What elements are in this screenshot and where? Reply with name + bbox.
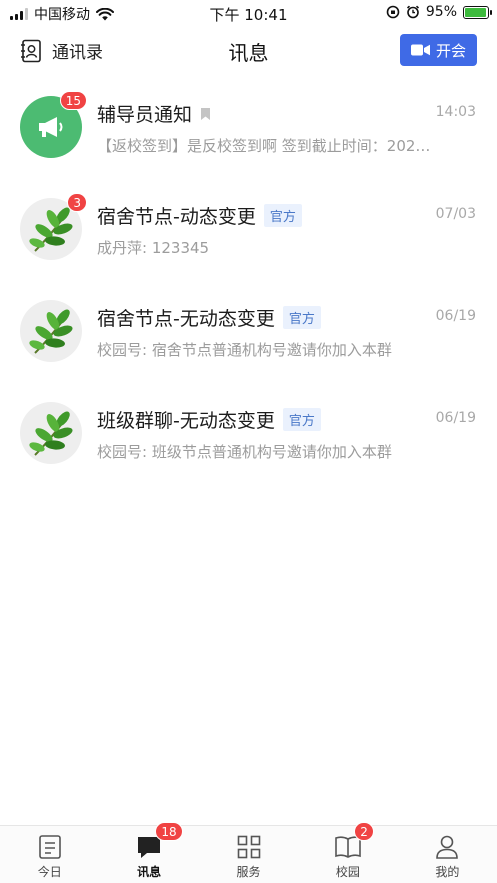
avatar-background <box>20 300 82 362</box>
meeting-label: 开会 <box>435 41 466 60</box>
message-preview: 校园号: 班级节点普通机构号邀请你加入本群 <box>97 443 392 461</box>
message-preview: 成丹萍: 123345 <box>97 239 210 257</box>
tab-label: 服务 <box>236 865 261 879</box>
tab-label: 今日 <box>37 865 62 879</box>
message-list: 15 辅导员通知 14:03 【返校签到】是反校签到啊 签到截止时间：202… <box>0 76 497 484</box>
avatar-background <box>20 402 82 464</box>
title-row: 宿舍节点-动态变更 官方 <box>97 202 302 229</box>
message-item-dorm-dynamic[interactable]: 3 宿舍节点-动态变更 官方 07/03 成丹萍: 123345 <box>0 178 497 280</box>
title-row: 辅导员通知 <box>97 100 211 127</box>
tab-profile[interactable]: 我的 <box>398 826 497 883</box>
today-icon <box>38 833 62 861</box>
tab-badge: 18 <box>155 822 183 841</box>
message-title: 班级群聊-无动态变更 <box>97 410 275 432</box>
battery-percent: 95% <box>425 4 457 20</box>
official-tag: 官方 <box>263 204 302 227</box>
tab-label: 我的 <box>435 865 460 879</box>
message-preview: 【返校签到】是反校签到啊 签到截止时间：202… <box>97 137 431 155</box>
tab-campus[interactable]: 校园 2 <box>298 822 397 883</box>
unread-badge: 15 <box>59 91 87 110</box>
bookmark-icon <box>201 107 211 120</box>
message-item-counselor-notice[interactable]: 15 辅导员通知 14:03 【返校签到】是反校签到啊 签到截止时间：202… <box>0 76 497 178</box>
official-tag: 官方 <box>282 408 321 431</box>
start-meeting-button[interactable]: 开会 <box>400 34 477 66</box>
unread-badge: 3 <box>67 193 87 212</box>
megaphone-icon <box>39 117 63 137</box>
message-item-dorm-static[interactable]: 宿舍节点-无动态变更 官方 06/19 校园号: 宿舍节点普通机构号邀请你加入本… <box>0 280 497 382</box>
avatar: 15 <box>20 91 87 158</box>
tab-services[interactable]: 服务 <box>199 826 298 883</box>
battery-icon <box>463 5 492 19</box>
leaf-icon <box>29 411 73 456</box>
message-title: 辅导员通知 <box>97 104 193 126</box>
tab-bar: 今日 讯息 18 服务 校园 2 我的 <box>0 822 497 883</box>
tab-badge: 2 <box>354 822 374 841</box>
nav-header: 通讯录 讯息 开会 <box>0 26 497 76</box>
alarm-icon <box>406 5 419 19</box>
message-item-class-group[interactable]: 班级群聊-无动态变更 官方 06/19 校园号: 班级节点普通机构号邀请你加入本… <box>0 382 497 484</box>
tab-label: 讯息 <box>137 865 162 879</box>
contacts-icon <box>21 39 41 62</box>
message-time: 06/19 <box>435 308 476 324</box>
message-preview: 校园号: 宿舍节点普通机构号邀请你加入本群 <box>97 341 392 359</box>
message-time: 14:03 <box>435 104 476 120</box>
message-title: 宿舍节点-动态变更 <box>97 206 256 228</box>
official-tag: 官方 <box>282 306 321 329</box>
title-row: 宿舍节点-无动态变更 官方 <box>97 304 321 331</box>
message-time: 07/03 <box>435 206 476 222</box>
message-time: 06/19 <box>435 410 476 426</box>
rotation-lock-icon <box>386 5 400 19</box>
title-row: 班级群聊-无动态变更 官方 <box>97 406 321 433</box>
status-bar: 中国移动 下午 10:41 95% <box>0 0 497 26</box>
tab-label: 校园 <box>335 865 360 879</box>
tab-messages[interactable]: 讯息 18 <box>99 822 198 883</box>
contacts-label: 通讯录 <box>52 43 103 63</box>
contacts-button[interactable]: 通讯录 <box>20 38 103 63</box>
battery-level <box>465 7 486 17</box>
message-title: 宿舍节点-无动态变更 <box>97 308 275 330</box>
leaf-icon <box>29 309 73 354</box>
profile-icon <box>435 833 459 861</box>
video-camera-icon <box>410 44 430 56</box>
avatar <box>20 402 82 464</box>
avatar <box>20 300 82 362</box>
avatar: 3 <box>20 193 87 260</box>
grid-icon <box>237 833 261 861</box>
tab-today[interactable]: 今日 <box>0 826 99 883</box>
status-right: 95% <box>386 4 492 20</box>
